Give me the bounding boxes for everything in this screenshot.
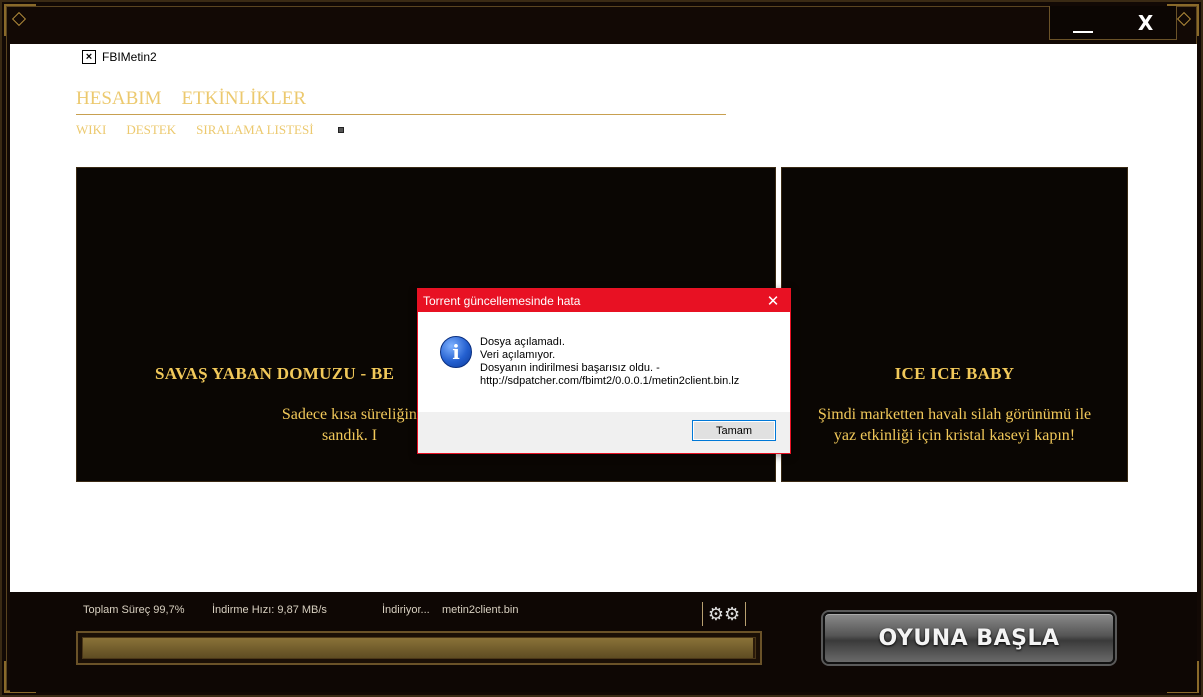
error-dialog: Torrent güncellemesinde hata ✕ i Dosya a… (417, 288, 791, 454)
broken-image-icon: × (82, 50, 96, 64)
news-banner-right[interactable]: ICE ICE BABY Şimdi marketten havalı sila… (781, 167, 1128, 482)
app-title: × FBIMetin2 (82, 50, 157, 64)
banner-desc-line: yaz etkinliği için kristal kaseyi kapın! (833, 427, 1076, 444)
flag-icon[interactable] (337, 127, 344, 133)
main-nav: HESABIM ETKİNLİKLER (76, 88, 726, 115)
nav-link-hesabim[interactable]: HESABIM (76, 88, 162, 110)
download-progress-bar (76, 631, 762, 665)
app-title-text: FBIMetin2 (102, 50, 157, 64)
sub-nav: WIKI DESTEK SIRALAMA LISTESİ (76, 122, 344, 138)
dialog-message: Dosya açılamadı. Veri açılamıyor. Dosyan… (480, 336, 739, 388)
info-icon: i (440, 336, 472, 368)
dialog-titlebar: Torrent güncellemesinde hata ✕ (418, 289, 790, 312)
dialog-footer: Tamam (418, 412, 790, 453)
dialog-message-line: http://sdpatcher.com/fbimt2/0.0.0.1/meti… (480, 375, 740, 387)
dialog-message-line: Dosyanın indirilmesi başarısız oldu. - (480, 362, 660, 374)
dialog-title: Torrent güncellemesinde hata (423, 293, 581, 308)
minimize-button[interactable] (1072, 13, 1093, 33)
start-game-button[interactable]: OYUNA BAŞLA (823, 612, 1115, 664)
banner-desc-line: Şimdi marketten havalı silah görünümü il… (817, 406, 1092, 423)
dialog-message-line: Dosya açılamadı. (480, 336, 565, 348)
download-speed-text: İndirme Hızı: 9,87 MB/s (212, 604, 327, 616)
nav-link-destek[interactable]: DESTEK (126, 122, 176, 138)
window-controls: X (1049, 6, 1177, 40)
banner-description: Şimdi marketten havalı silah görünümü il… (794, 404, 1115, 446)
minimize-icon (1072, 30, 1093, 33)
gear-icon: ⚙⚙ (707, 603, 741, 625)
nav-link-siralama-listesi[interactable]: SIRALAMA LISTESİ (196, 122, 313, 138)
banner-title: SAVAŞ YABAN DOMUZU - BE (155, 364, 395, 383)
close-window-button[interactable]: X (1138, 13, 1153, 33)
progress-track (82, 637, 756, 659)
total-progress-text: Toplam Süreç 99,7% (83, 604, 185, 616)
dialog-body: i Dosya açılamadı. Veri açılamıyor. Dosy… (418, 312, 790, 413)
progress-fill (83, 638, 753, 658)
downloading-label: İndiriyor... (382, 604, 430, 616)
dialog-close-button[interactable]: ✕ (756, 289, 790, 312)
banner-title: ICE ICE BABY (894, 364, 1015, 383)
downloading-file: metin2client.bin (442, 604, 519, 616)
status-bar: Toplam Süreç 99,7% İndirme Hızı: 9,87 MB… (10, 592, 1197, 692)
nav-link-etkinlikler[interactable]: ETKİNLİKLER (182, 88, 307, 110)
nav-link-wiki[interactable]: WIKI (76, 122, 106, 138)
settings-button[interactable]: ⚙⚙ (702, 602, 746, 626)
dialog-message-line: Veri açılamıyor. (480, 349, 556, 361)
ok-button[interactable]: Tamam (692, 420, 776, 441)
